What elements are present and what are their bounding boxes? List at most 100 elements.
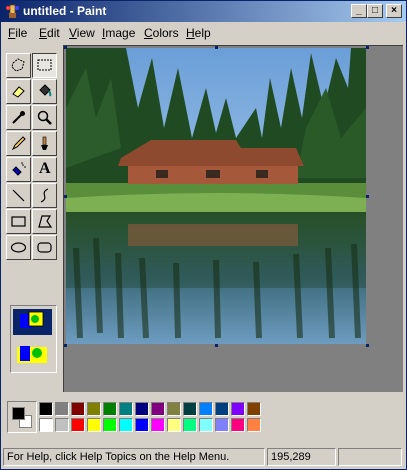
text-tool[interactable]: A [32, 157, 57, 182]
canvas-image[interactable] [66, 48, 366, 344]
palette-color-swatch[interactable] [247, 418, 261, 432]
menu-edit-label: Edit [39, 26, 60, 40]
title-bar[interactable]: untitled - Paint _ □ × [1, 1, 406, 22]
transparent-selection-option[interactable] [13, 341, 52, 367]
palette-color-swatch[interactable] [135, 418, 149, 432]
polygon-tool[interactable] [32, 209, 57, 234]
menu-help[interactable]: Help [186, 26, 211, 40]
line-tool[interactable] [6, 183, 31, 208]
menu-colors[interactable]: Colors [144, 26, 179, 40]
palette-color-swatch[interactable] [87, 418, 101, 432]
resize-handle-top-right[interactable] [366, 46, 369, 49]
menu-file-label: File [8, 26, 28, 40]
magnifier-tool[interactable] [32, 105, 57, 130]
menu-colors-label: Colors [144, 26, 179, 40]
status-help-text: For Help, click Help Topics on the Help … [3, 448, 265, 466]
resize-handle-top-left[interactable] [64, 46, 67, 49]
magnifier-icon [37, 110, 52, 125]
ellipse-tool[interactable] [6, 235, 31, 260]
palette-color-swatch[interactable] [231, 418, 245, 432]
menu-view[interactable]: View [69, 26, 95, 40]
palette-color-swatch[interactable] [119, 418, 133, 432]
resize-handle-bottom-right[interactable] [366, 344, 369, 347]
menu-file[interactable]: File [8, 26, 27, 40]
resize-handle-bottom[interactable] [215, 344, 218, 347]
window-title: untitled - Paint [23, 4, 107, 18]
palette-color-swatch[interactable] [119, 402, 133, 416]
menu-view-label: View [69, 26, 95, 40]
palette-color-swatch[interactable] [71, 418, 85, 432]
menu-image[interactable]: Image [102, 26, 135, 40]
eraser-icon [12, 86, 25, 98]
palette-color-swatch[interactable] [103, 418, 117, 432]
foreground-color[interactable] [12, 407, 25, 420]
palette-color-swatch[interactable] [87, 402, 101, 416]
pencil-tool[interactable] [6, 131, 31, 156]
palette-color-swatch[interactable] [39, 418, 53, 432]
curve-tool[interactable] [32, 183, 57, 208]
text-icon: A [39, 160, 51, 177]
menu-help-label: Help [186, 26, 211, 40]
toolbox: A [4, 49, 58, 389]
minimize-button[interactable]: _ [351, 4, 367, 18]
status-coordinates: 195,289 [267, 448, 336, 466]
resize-handle-left[interactable] [64, 195, 67, 198]
pencil-icon [11, 136, 26, 151]
curve-icon [40, 188, 49, 203]
menu-edit[interactable]: Edit [39, 26, 60, 40]
resize-handle-top[interactable] [215, 46, 218, 49]
palette-color-swatch[interactable] [199, 418, 213, 432]
select-icon [37, 59, 52, 71]
status-size [338, 448, 402, 466]
palette-color-swatch[interactable] [55, 418, 69, 432]
palette-color-swatch[interactable] [183, 402, 197, 416]
fill-tool[interactable] [32, 79, 57, 104]
color-box [1, 396, 406, 440]
palette-color-swatch[interactable] [103, 402, 117, 416]
palette-color-swatch[interactable] [151, 402, 165, 416]
pick-color-tool[interactable] [6, 105, 31, 130]
palette-color-swatch[interactable] [71, 402, 85, 416]
palette-color-swatch[interactable] [183, 418, 197, 432]
palette-color-swatch[interactable] [167, 418, 181, 432]
eyedropper-icon [12, 111, 25, 124]
paint-app-icon[interactable] [5, 4, 20, 19]
brush-icon [41, 136, 48, 150]
house-lake-picture [66, 48, 366, 344]
palette-color-swatch[interactable] [231, 402, 245, 416]
opaque-selection-icon [20, 311, 44, 328]
rounded-rectangle-tool[interactable] [32, 235, 57, 260]
select-tool[interactable] [32, 53, 57, 78]
paint-window: untitled - Paint _ □ × File Edit View Im… [0, 0, 407, 470]
ellipse-icon [10, 242, 27, 253]
brush-tool[interactable] [32, 131, 57, 156]
palette-color-swatch[interactable] [167, 402, 181, 416]
palette-color-swatch[interactable] [215, 402, 229, 416]
rectangle-tool[interactable] [6, 209, 31, 234]
current-colors[interactable] [7, 401, 37, 433]
transparent-selection-icon [17, 346, 47, 363]
polygon-icon [38, 215, 53, 228]
menu-image-label: Image [102, 26, 136, 40]
palette-color-swatch[interactable] [199, 402, 213, 416]
palette-color-swatch[interactable] [55, 402, 69, 416]
close-icon: × [391, 5, 397, 16]
resize-handle-bottom-left[interactable] [64, 344, 67, 347]
canvas-area[interactable] [63, 45, 403, 392]
palette-color-swatch[interactable] [151, 418, 165, 432]
airbrush-tool[interactable] [6, 157, 31, 182]
opaque-selection-option[interactable] [13, 309, 52, 335]
close-button[interactable]: × [386, 4, 402, 18]
menu-bar: File Edit View Image Colors Help [1, 23, 406, 42]
maximize-button[interactable]: □ [367, 4, 383, 18]
eraser-tool[interactable] [6, 79, 31, 104]
palette-color-swatch[interactable] [215, 418, 229, 432]
palette-color-swatch[interactable] [247, 402, 261, 416]
palette-color-swatch[interactable] [135, 402, 149, 416]
minimize-icon: _ [356, 5, 362, 16]
maximize-icon: □ [371, 5, 379, 16]
resize-handle-right[interactable] [366, 195, 369, 198]
palette-color-swatch[interactable] [39, 402, 53, 416]
free-form-select-tool[interactable] [6, 53, 31, 78]
status-bar: For Help, click Help Topics on the Help … [1, 446, 406, 468]
